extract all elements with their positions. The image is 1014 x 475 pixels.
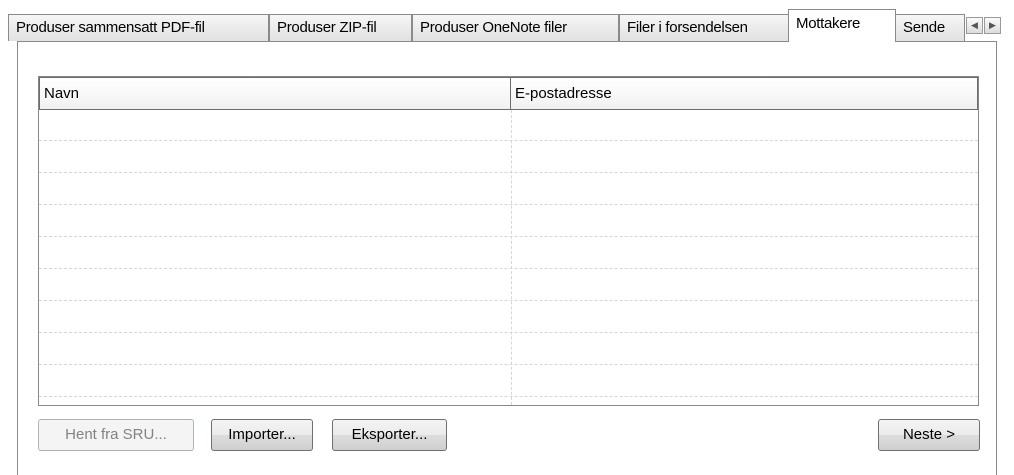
- list-header: Navn E-postadresse: [39, 77, 978, 110]
- tab-sende[interactable]: Sende: [895, 14, 965, 41]
- column-divider: [511, 110, 512, 405]
- arrow-left-icon: ◀: [971, 20, 978, 30]
- tab-filer-i-forsendelsen[interactable]: Filer i forsendelsen: [619, 14, 789, 41]
- tab-produser-onenote[interactable]: Produser OneNote filer: [412, 14, 619, 41]
- tab-strip: Produser sammensatt PDF-fil Produser ZIP…: [0, 0, 1014, 42]
- list-gridline: [39, 268, 978, 270]
- list-gridline: [39, 236, 978, 238]
- next-button[interactable]: Neste >: [878, 419, 980, 451]
- list-gridline: [39, 172, 978, 174]
- tab-scroll-right-button[interactable]: ▶: [984, 17, 1001, 34]
- arrow-right-icon: ▶: [989, 20, 996, 30]
- recipients-list[interactable]: Navn E-postadresse: [38, 76, 979, 406]
- list-gridline: [39, 204, 978, 206]
- column-header-epostadresse[interactable]: E-postadresse: [510, 77, 978, 110]
- list-gridline: [39, 140, 978, 142]
- tab-produser-zip[interactable]: Produser ZIP-fil: [269, 14, 412, 41]
- list-gridline: [39, 332, 978, 334]
- export-button[interactable]: Eksporter...: [332, 419, 447, 451]
- tab-produser-pdf[interactable]: Produser sammensatt PDF-fil: [8, 14, 269, 41]
- list-gridline: [39, 396, 978, 398]
- column-header-navn[interactable]: Navn: [39, 77, 511, 110]
- list-gridline: [39, 364, 978, 366]
- list-gridline: [39, 300, 978, 302]
- tab-panel-mottakere: Navn E-postadresse Hent fra SRU... Impor…: [17, 41, 997, 475]
- import-button[interactable]: Importer...: [211, 419, 313, 451]
- tab-scroll-left-button[interactable]: ◀: [966, 17, 983, 34]
- tab-mottakere[interactable]: Mottakere: [788, 9, 896, 42]
- fetch-from-sru-button[interactable]: Hent fra SRU...: [38, 419, 194, 451]
